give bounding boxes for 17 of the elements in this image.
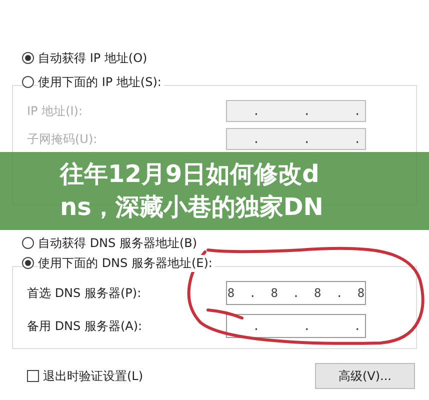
radio-button[interactable] (22, 76, 34, 88)
radio-button[interactable] (22, 257, 34, 269)
radio-button[interactable] (22, 52, 34, 64)
dns-address-field[interactable]: . . . (226, 314, 366, 338)
radio-button[interactable] (22, 237, 34, 249)
radio-label: 使用下面的 IP 地址(S): (38, 74, 164, 90)
title-text: 往年12月9日如何修改d (60, 159, 320, 190)
dns-address-field[interactable]: 8 . 8 . 8 . 8 (226, 281, 366, 305)
radio-label: 使用下面的 DNS 服务器地址(E): (38, 254, 216, 272)
field-label: IP 地址(I): (27, 102, 84, 120)
checkbox[interactable] (27, 370, 39, 382)
field-label: 备用 DNS 服务器(A): (27, 318, 144, 334)
checkbox-label: 退出时验证设置(L) (43, 368, 144, 384)
field-label: 首选 DNS 服务器(P): (27, 284, 142, 302)
title-text: ns，深藏小巷的独家DN (60, 192, 324, 223)
field-label: 子网掩码(U): (27, 130, 98, 148)
advanced-button[interactable]: 高级(V)... (315, 363, 415, 389)
